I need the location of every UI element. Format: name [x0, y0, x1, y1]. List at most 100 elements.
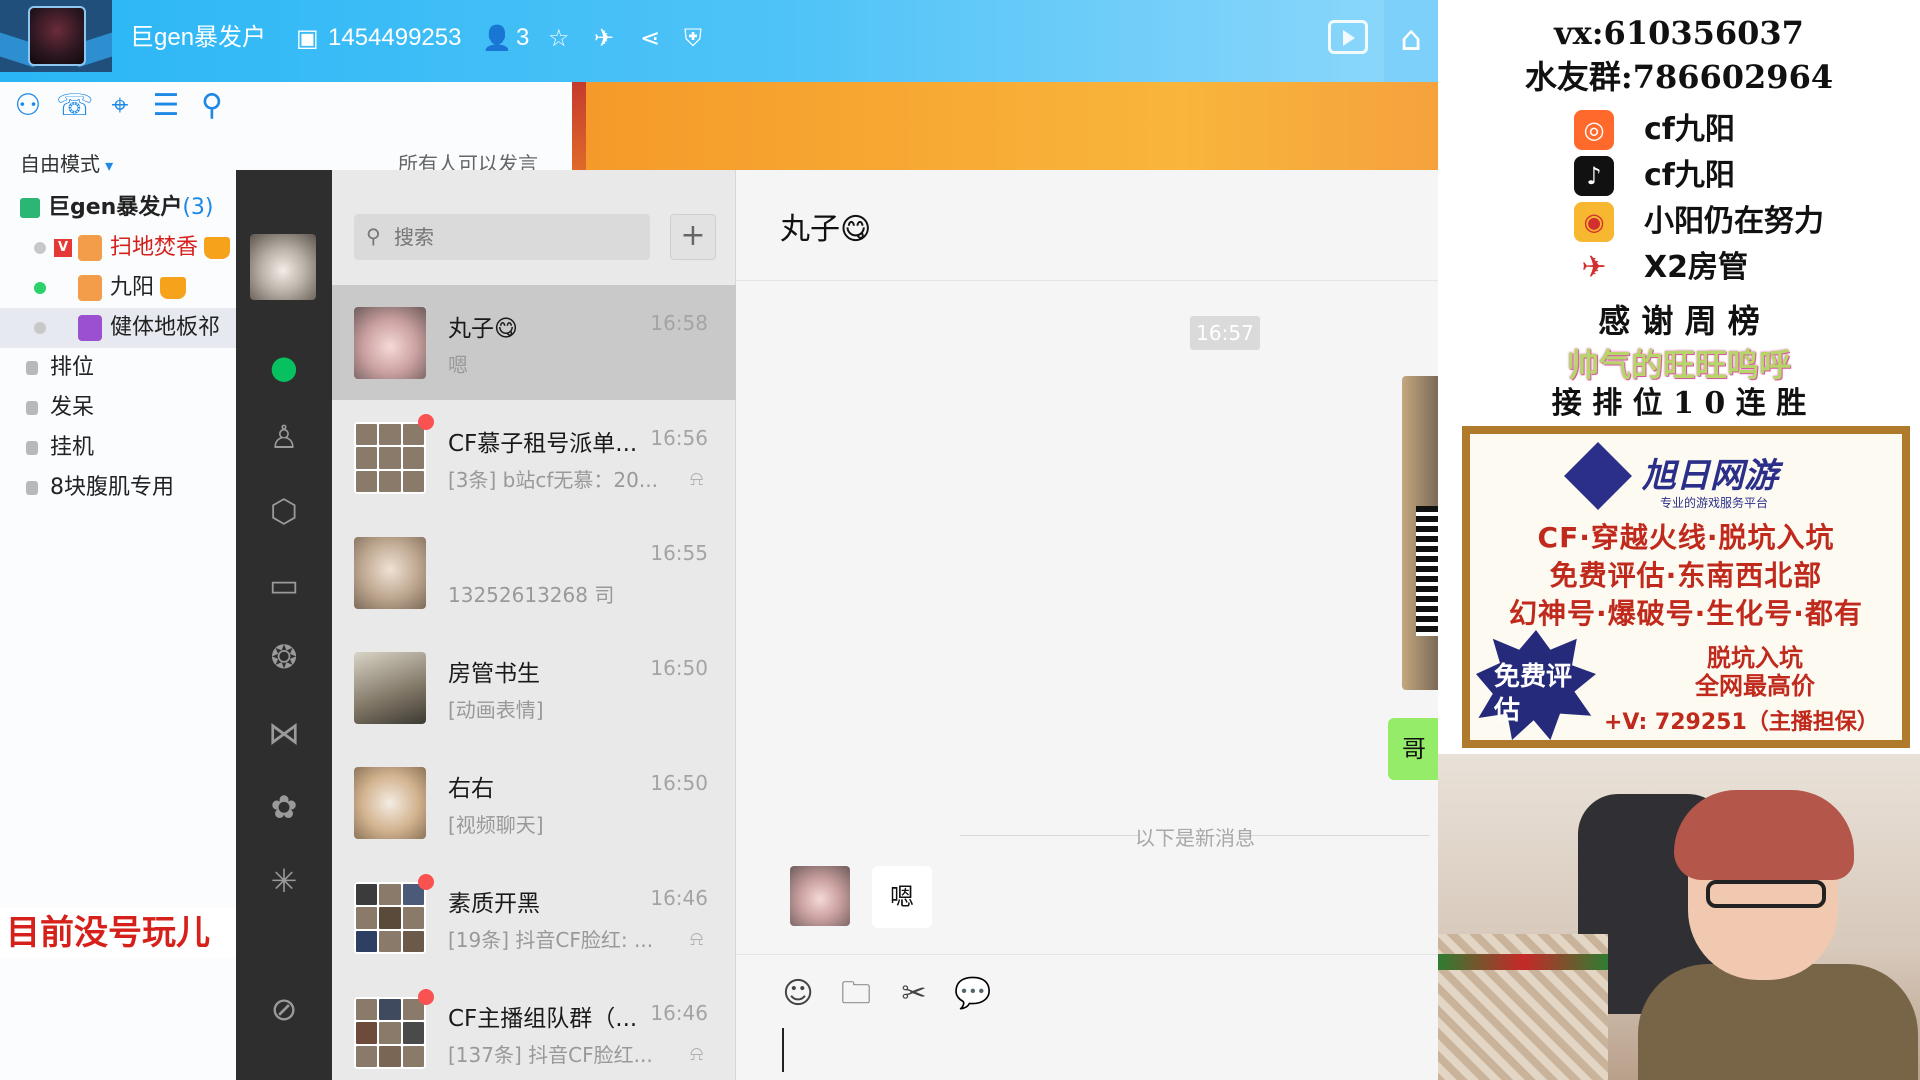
qr-code [1416, 506, 1438, 636]
conversation-preview: [动画表情] [448, 698, 544, 722]
mode-dropdown[interactable]: 自由模式 [20, 148, 113, 177]
gift-icon [78, 235, 102, 261]
star-icon[interactable]: ☆ [548, 22, 570, 54]
social-row: ✈ X2房管 [1574, 246, 1874, 290]
conversation-name: 丸子😋 [448, 316, 518, 342]
conversation-item[interactable]: 右右 16:50 [视频聊天] [332, 745, 736, 860]
ad-tagline: 专业的游戏服务平台 [1660, 496, 1769, 510]
user-name: 扫地焚香 [110, 235, 199, 260]
user-name: 九阳 [110, 275, 155, 300]
wechat-window: ● ♙ ⬡ ▭ ❂ ⋈ ✿ ✳ ⊘ ⚲ + 丸子😋 16:58 嗯 CF慕子租号… [236, 170, 1438, 1080]
moments-icon[interactable]: ❂ [236, 638, 332, 676]
channel-root-count: (3) [182, 195, 214, 220]
crown-icon [204, 237, 231, 259]
weibo-icon: ◉ [1574, 202, 1614, 242]
ad-highlight: 全网最高价 [1695, 672, 1815, 700]
video-icon[interactable] [1328, 20, 1368, 54]
conversation-name: 右右 [448, 776, 494, 802]
home-icon[interactable]: ⌂ [1384, 0, 1438, 82]
channel-id: 1454499253 [328, 24, 462, 51]
channel-root-name: 巨gen暴发户 [48, 195, 183, 220]
conversation-item[interactable]: CF主播组队群（... 16:46 [137条] 抖音CF脸红... ⍾ [332, 975, 736, 1080]
chat-panel: 丸子😋 16:57 哥 以下是新消息 嗯 ☺ 🗀 ✂ 💬 [736, 170, 1438, 1080]
fan-group-text: 水友群:786602964 [1524, 58, 1834, 96]
message-input[interactable] [782, 1028, 784, 1072]
sub-channel-name: 发呆 [50, 395, 95, 420]
channels-icon[interactable]: ⋈ [236, 714, 332, 752]
sub-channel-name: 挂机 [50, 435, 95, 460]
message-icon[interactable]: ☏ [56, 88, 94, 124]
image-message[interactable] [1402, 376, 1438, 690]
gift-icon [78, 275, 102, 301]
burst-text: 免费评估 [1494, 662, 1573, 726]
mute-icon: ⍾ [690, 466, 704, 490]
shield-icon[interactable]: ⛨ [684, 22, 702, 54]
user-name: 健体地板祁 [110, 315, 221, 340]
ad-line: CF·穿越火线·脱坑入坑 [1537, 521, 1835, 554]
social-handle: X2房管 [1644, 250, 1749, 285]
conversation-preview: [137条] 抖音CF脸红... [448, 1043, 653, 1067]
plane-icon[interactable]: ✈ [594, 22, 614, 54]
conversation-item[interactable]: 丸子😋 16:58 嗯 [332, 285, 736, 400]
wechat-id-text: vx:610356037 [1554, 14, 1804, 52]
user-count-icon: 👤 [482, 24, 512, 52]
conversation-item[interactable]: 房管书生 16:50 [动画表情] [332, 630, 736, 745]
outgoing-message[interactable]: 哥 [1388, 718, 1438, 780]
sub-channel-name: 8块腹肌专用 [50, 475, 174, 500]
add-button[interactable]: + [670, 214, 716, 260]
conversation-name: CF主播组队群（... [448, 1006, 638, 1032]
social-handle: 小阳仍在努力 [1644, 204, 1824, 239]
crown-icon [160, 277, 187, 299]
home-icon [20, 198, 40, 218]
ad-brand: 旭日网游 [1642, 456, 1778, 496]
emoji-icon[interactable]: ☺ [780, 976, 816, 1012]
scissors-icon[interactable]: ✂ [896, 976, 932, 1012]
share-icon[interactable]: ⋖ [640, 22, 660, 54]
conversation-preview: [视频聊天] [448, 813, 544, 837]
contacts-icon[interactable]: ♙ [236, 418, 332, 456]
conversation-preview: 13252613268 司 [448, 583, 615, 607]
link-icon[interactable]: ⊘ [236, 990, 332, 1028]
status-dot [34, 242, 46, 254]
avatar[interactable] [250, 234, 316, 300]
mini-program-icon[interactable]: ✿ [236, 788, 332, 826]
stream-note: 目前没号玩儿 [0, 908, 240, 958]
social-row: ◎ cf九阳 [1574, 108, 1874, 152]
folder-icon[interactable]: 🗀 [838, 976, 874, 1012]
divider [736, 280, 1438, 281]
favorites-icon[interactable]: ⬡ [236, 492, 332, 530]
sender-avatar[interactable] [790, 866, 850, 926]
brand-logo-icon [1564, 442, 1632, 510]
unread-dot [418, 874, 434, 890]
mute-icon: ⍾ [690, 1041, 704, 1065]
social-row: ◉ 小阳仍在努力 [1574, 200, 1874, 244]
group-avatar [354, 422, 426, 494]
conversation-time: 16:55 [650, 541, 708, 565]
search-icon[interactable]: ⚲ [194, 88, 230, 124]
search-box[interactable]: ⚲ [354, 214, 650, 260]
yy-toolbar: ⚇ ☏ ⌖ ☰ ⚲ [10, 88, 240, 124]
chat-bubble-icon[interactable]: 💬 [954, 976, 991, 1012]
status-dot [34, 322, 46, 334]
mute-icon: ⍾ [690, 926, 704, 950]
user-icon[interactable]: ⚇ [10, 88, 46, 124]
avatar [354, 537, 426, 609]
chat-icon[interactable]: ● [236, 348, 332, 386]
look-icon[interactable]: ✳ [236, 862, 332, 900]
new-messages-label: 以下是新消息 [1135, 826, 1255, 850]
search-input[interactable] [394, 214, 634, 260]
incoming-message[interactable]: 嗯 [872, 866, 932, 928]
ad-contact: +V: 729251（主播担保） [1604, 710, 1879, 735]
conversation-name: 房管书生 [448, 661, 540, 687]
avatar [354, 767, 426, 839]
wechat-sidebar: ● ♙ ⬡ ▭ ❂ ⋈ ✿ ✳ ⊘ [236, 170, 332, 1080]
group-avatar [354, 997, 426, 1069]
channel-avatar[interactable] [0, 0, 112, 72]
conversation-item[interactable]: CF慕子租号派单... 16:56 [3条] b站cf无慕：20... ⍾ [332, 400, 736, 515]
conversation-item[interactable]: 16:55 13252613268 司 [332, 515, 736, 630]
folder-icon[interactable]: ▭ [236, 566, 332, 604]
location-icon[interactable]: ⌖ [102, 88, 138, 124]
list-icon[interactable]: ☰ [148, 88, 184, 124]
conversation-item[interactable]: 素质开黑 16:46 [19条] 抖音CF脸红: ... ⍾ [332, 860, 736, 975]
status-dot [34, 282, 46, 294]
